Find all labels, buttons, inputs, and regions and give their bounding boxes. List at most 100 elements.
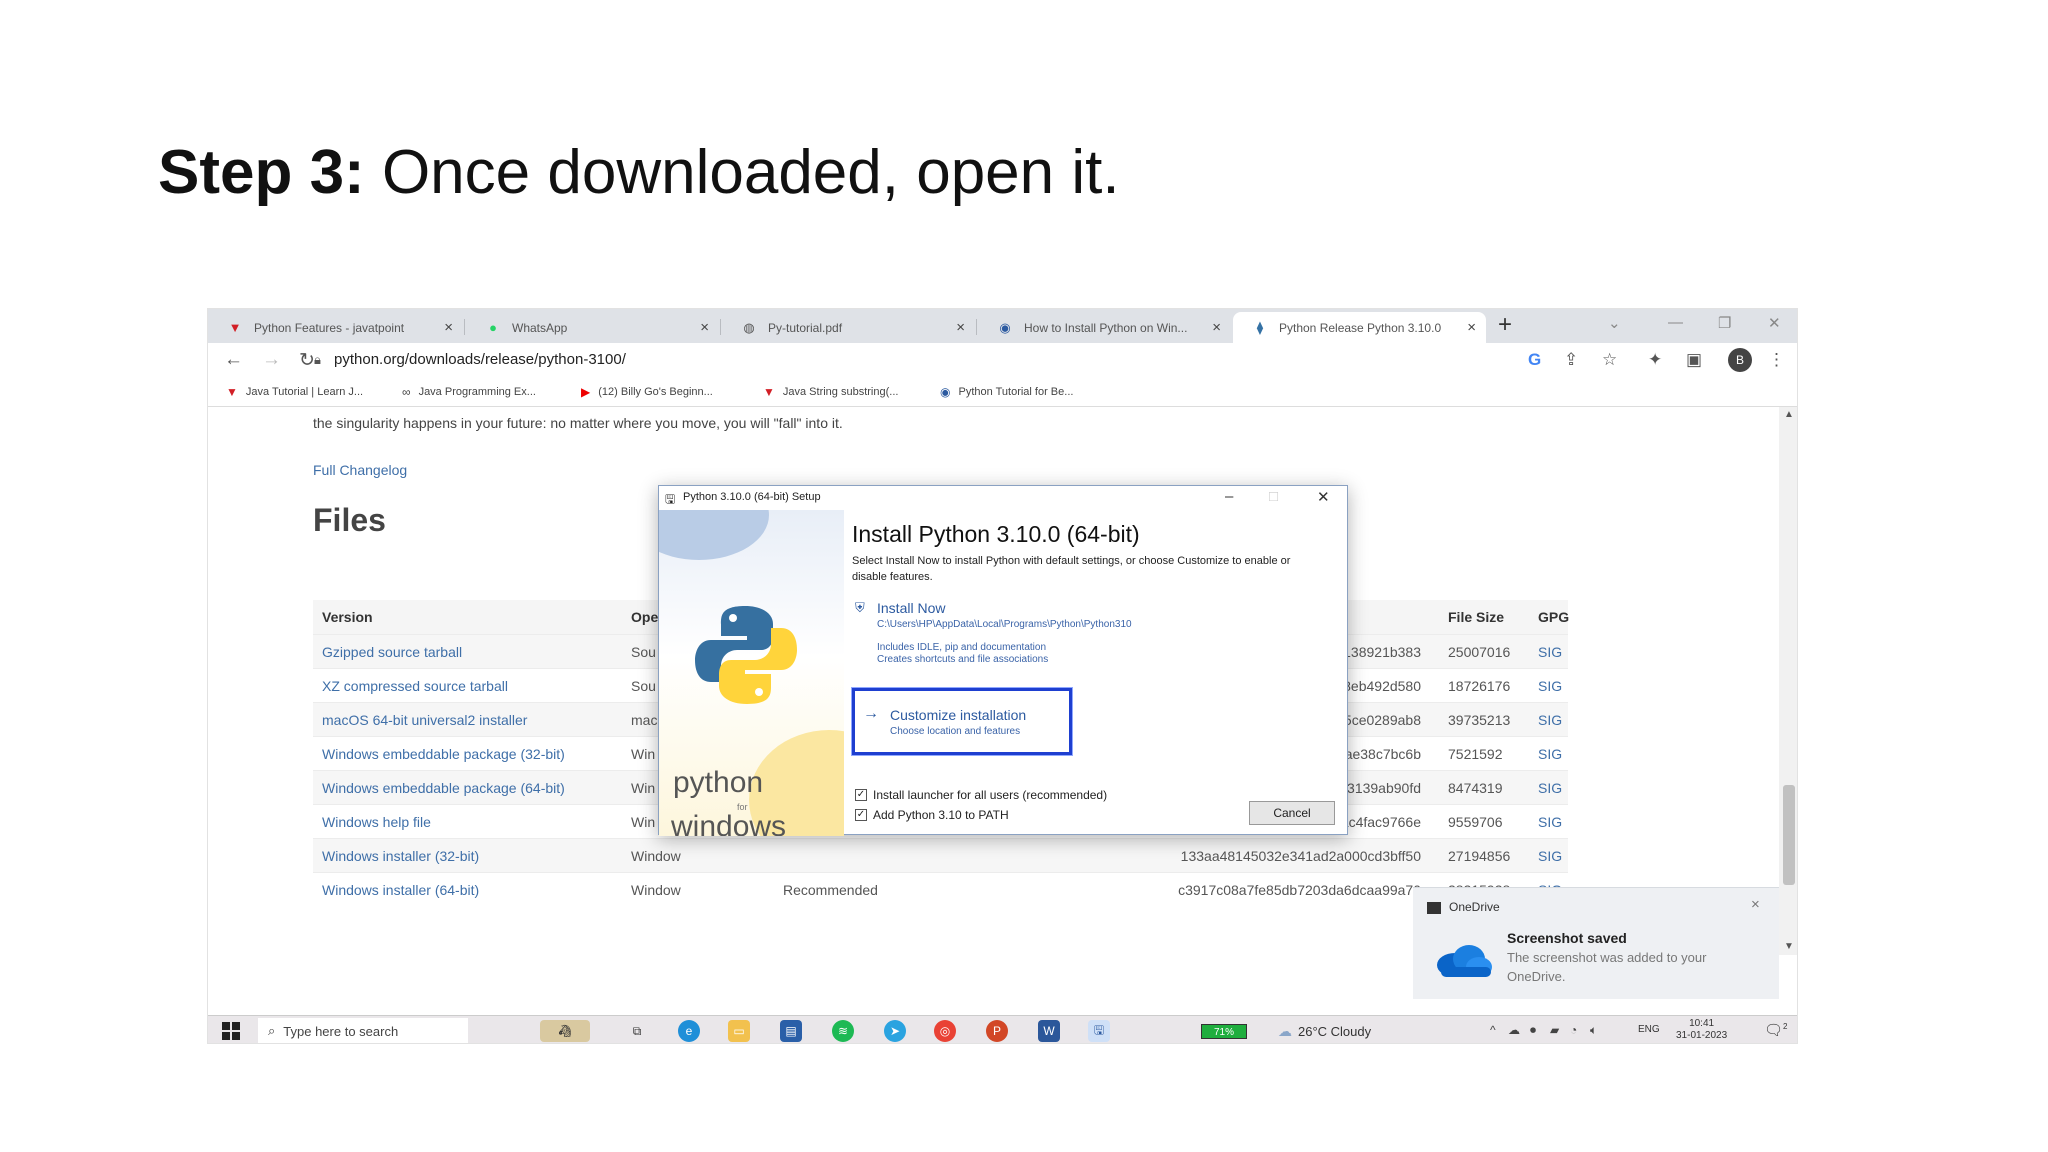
gpg-link[interactable]: SIG [1538,644,1578,660]
download-link[interactable]: macOS 64-bit universal2 installer [322,712,622,728]
tab-py-tutorial[interactable]: ◍ Py-tutorial.pdf × [722,312,975,343]
back-icon[interactable]: ← [224,349,243,371]
zebra-widget-icon[interactable]: 🦓︎ [540,1020,590,1042]
volume-icon[interactable]: 🔈︎ [1590,1023,1597,1038]
gpg-link[interactable]: SIG [1538,780,1578,796]
python-setup-dialog: 🖫︎ Python 3.10.0 (64-bit) Setup – □ ✕ py… [658,485,1348,836]
onedrive-tray-icon[interactable]: ☁ [1508,1023,1520,1037]
download-link[interactable]: Windows embeddable package (64-bit) [322,780,622,796]
download-link[interactable]: XZ compressed source tarball [322,678,622,694]
store-icon[interactable]: ▤ [780,1020,802,1042]
bookmark-billy-go[interactable]: ▶ (12) Billy Go's Beginn... [581,385,713,399]
page-scrollbar[interactable]: ▲ ▼ [1779,407,1797,955]
close-icon[interactable]: × [444,319,453,336]
close-icon[interactable]: × [1212,319,1221,336]
customize-installation-button[interactable]: → Customize installation Choose location… [851,687,1073,756]
edge-icon[interactable]: e [678,1020,700,1042]
tab-search-icon[interactable]: ⌄ [1608,314,1621,332]
table-row: Windows installer (64-bit) Windows Recomme… [313,872,1568,906]
bookmark-python-tutorial[interactable]: ◉ Python Tutorial for Be... [940,385,1073,399]
tab-whatsapp[interactable]: ● WhatsApp × [466,312,719,343]
download-link[interactable]: Gzipped source tarball [322,644,622,660]
download-link[interactable]: Windows help file [322,814,622,830]
task-view-icon[interactable]: ⧉ [626,1020,648,1042]
side-panel-icon[interactable]: ▣ [1686,350,1702,370]
tab-javatpoint[interactable]: ▼ Python Features - javatpoint × [208,312,463,343]
javatpoint-icon: ▼ [763,385,775,399]
close-icon[interactable]: × [700,319,709,336]
window-close-icon[interactable]: ✕ [1768,314,1781,332]
dialog-close-icon[interactable]: ✕ [1317,488,1330,506]
powerpoint-icon[interactable]: P [986,1020,1008,1042]
forward-icon[interactable]: → [262,349,281,371]
singularity-text: the singularity happens in your future: … [313,415,843,431]
cancel-button[interactable]: Cancel [1249,801,1335,825]
size-cell: 7521592 [1448,746,1503,762]
header-version: Version [322,609,373,625]
scroll-thumb[interactable] [1783,785,1795,885]
gpg-link[interactable]: SIG [1538,712,1578,728]
cloud-icon [1437,945,1492,977]
full-changelog-link[interactable]: Full Changelog [313,462,407,478]
launcher-checkbox-row[interactable]: ✓ Install launcher for all users (recomm… [855,788,1107,802]
restore-icon[interactable]: ❐ [1718,314,1731,332]
wifi-icon[interactable]: ◔ [1570,1023,1577,1037]
taskbar-search[interactable]: ⌕ Type here to search [258,1018,468,1043]
bookmark-label: Java String substring(... [782,386,899,398]
weather-widget[interactable]: ☁ 26°C Cloudy [1278,1023,1371,1040]
gpg-link[interactable]: SIG [1538,848,1578,864]
chrome-icon[interactable]: ◎ [934,1020,956,1042]
avatar[interactable]: B [1728,348,1752,372]
extensions-icon[interactable]: ✦ [1648,350,1662,370]
tab-how-to-install[interactable]: ◉ How to Install Python on Win... × [978,312,1231,343]
tab-python-release[interactable]: ⧫ Python Release Python 3.10.0 × [1233,312,1486,343]
info-icon: ◉ [940,385,951,399]
tab-separator [464,319,465,335]
gpg-link[interactable]: SIG [1538,746,1578,762]
scroll-up-icon[interactable]: ▲ [1784,409,1794,420]
menu-icon[interactable]: ⋮ [1768,350,1785,370]
new-tab-icon[interactable]: + [1498,311,1512,339]
path-checkbox[interactable]: ✓ [855,809,867,821]
camera-icon[interactable]: ▰ [1550,1023,1559,1037]
chevron-up-icon[interactable]: ^ [1490,1023,1496,1037]
close-icon[interactable]: × [1467,319,1476,336]
download-link[interactable]: Windows installer (64-bit) [322,882,622,898]
word-icon[interactable]: W [1038,1020,1060,1042]
windows-start-icon[interactable] [222,1022,240,1040]
files-heading: Files [313,502,386,538]
mic-icon[interactable]: ⏺ [1530,1023,1536,1038]
scroll-down-icon[interactable]: ▼ [1784,941,1794,952]
toast-close-icon[interactable]: × [1751,896,1760,913]
brand-python: python [673,766,764,799]
launcher-checkbox[interactable]: ✓ [855,789,867,801]
taskbar-clock[interactable]: 10:41 31-01-2023 [1676,1018,1727,1042]
spotify-icon[interactable]: ≋ [832,1020,854,1042]
gpg-link[interactable]: SIG [1538,678,1578,694]
bookmark-java-string[interactable]: ▼ Java String substring(... [763,385,898,399]
gpg-link[interactable]: SIG [1538,814,1578,830]
install-includes: Includes IDLE, pip and documentation [877,642,1046,653]
star-icon[interactable]: ☆ [1602,350,1617,370]
onedrive-toast[interactable]: OneDrive × Screenshot saved The screensh… [1413,887,1779,999]
url-field[interactable]: python.org/downloads/release/python-3100… [334,351,626,368]
md5-cell: c3917c08a7fe85db7203da6dcaa99a70 [1178,882,1421,898]
path-checkbox-row[interactable]: ✓ Add Python 3.10 to PATH [855,808,1009,822]
download-link[interactable]: Windows embeddable package (32-bit) [322,746,622,762]
file-explorer-icon[interactable]: ▭ [728,1020,750,1042]
language-indicator[interactable]: ENG [1638,1024,1660,1035]
telegram-icon[interactable]: ➤ [884,1020,906,1042]
close-icon[interactable]: × [956,319,965,336]
python-setup-taskbar-icon[interactable]: 🖫︎ [1088,1020,1110,1042]
download-link[interactable]: Windows installer (32-bit) [322,848,622,864]
dialog-minimize-icon[interactable]: – [1225,488,1233,505]
google-icon[interactable]: G [1528,350,1541,370]
customize-sub: Choose location and features [890,726,1021,737]
notification-icon[interactable]: 🗨︎2 [1764,1021,1788,1039]
bookmark-java-tutorial[interactable]: ▼ Java Tutorial | Learn J... [226,385,363,399]
share-icon[interactable]: ⇪ [1564,350,1578,370]
setup-icon: 🖫︎ [665,492,676,506]
bookmark-java-programming[interactable]: ∞ Java Programming Ex... [402,385,536,399]
reload-icon[interactable]: ↻ [299,349,315,372]
minimize-icon[interactable]: — [1668,314,1683,331]
